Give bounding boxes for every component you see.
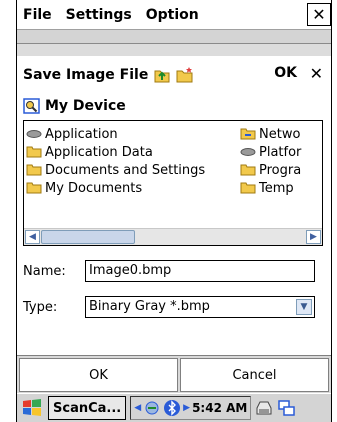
- name-label: Name:: [23, 264, 66, 279]
- chevron-down-icon[interactable]: ▼: [296, 299, 312, 315]
- file-name: My Documents: [45, 180, 143, 196]
- ok-button[interactable]: OK: [19, 358, 178, 392]
- cancel-button[interactable]: Cancel: [180, 358, 329, 392]
- window-switch-icon[interactable]: [278, 399, 296, 417]
- location-label: My Device: [45, 98, 126, 114]
- file-name: Netwo: [259, 126, 301, 142]
- drive-icon: [240, 148, 256, 156]
- file-list[interactable]: Application Application Data Documents a…: [23, 120, 323, 246]
- folder-icon: [26, 146, 42, 158]
- type-label: Type:: [23, 300, 58, 315]
- drive-icon: [26, 130, 42, 138]
- menu-file[interactable]: File: [17, 7, 59, 23]
- tray-arrow-icon[interactable]: ◀: [134, 403, 141, 413]
- window: File Settings Option ✕ Save Image File O…: [16, 0, 332, 422]
- file-name: Application Data: [45, 144, 153, 160]
- folder-icon: [240, 182, 256, 194]
- folder-icon: [26, 182, 42, 194]
- scroll-thumb[interactable]: [41, 230, 135, 244]
- button-bar: OK Cancel: [17, 355, 331, 393]
- location-selector[interactable]: My Device: [23, 96, 126, 116]
- list-item[interactable]: Progra: [240, 161, 301, 179]
- new-folder-icon[interactable]: [176, 66, 194, 84]
- file-type-value: Binary Gray *.bmp: [89, 299, 210, 314]
- menu-option[interactable]: Option: [139, 7, 206, 23]
- folder-search-icon: [23, 98, 40, 114]
- file-name: Temp: [259, 180, 294, 196]
- scroll-right-icon[interactable]: ▶: [306, 230, 321, 244]
- windows-start-icon[interactable]: [20, 396, 44, 420]
- system-tray: ◀ ▶ 5:42 AM: [130, 396, 252, 420]
- network-sync-icon[interactable]: [143, 399, 161, 417]
- list-item[interactable]: Application: [26, 125, 205, 143]
- file-column-2: Netwo Platfor Progra Temp: [240, 125, 301, 197]
- menu-bar: File Settings Option ✕: [17, 0, 331, 29]
- toolbar-strip: [17, 29, 331, 56]
- list-item[interactable]: Platfor: [240, 143, 301, 161]
- task-button-scancapture[interactable]: ScanCa...: [48, 396, 127, 420]
- dialog-title-bar: Save Image File OK ✕: [17, 58, 331, 92]
- dialog-ok-button[interactable]: OK: [274, 65, 297, 81]
- horizontal-scrollbar[interactable]: ◀ ▶: [24, 228, 322, 245]
- file-type-select[interactable]: Binary Gray *.bmp ▼: [85, 296, 315, 318]
- dialog-close-button[interactable]: ✕: [310, 64, 323, 83]
- tray-arrow-icon[interactable]: ▶: [183, 403, 190, 413]
- list-item[interactable]: Netwo: [240, 125, 301, 143]
- file-name: Documents and Settings: [45, 162, 206, 178]
- menu-settings[interactable]: Settings: [59, 7, 139, 23]
- file-column-1: Application Application Data Documents a…: [26, 125, 205, 197]
- scroll-left-icon[interactable]: ◀: [25, 230, 40, 244]
- clock[interactable]: 5:42 AM: [192, 401, 247, 415]
- folder-icon: [240, 164, 256, 176]
- file-name: Progra: [259, 162, 302, 178]
- folder-icon: [26, 164, 42, 176]
- file-name-input[interactable]: Image0.bmp: [85, 260, 315, 282]
- list-item[interactable]: Documents and Settings: [26, 161, 205, 179]
- network-folder-icon: [240, 128, 256, 140]
- file-name: Platfor: [259, 144, 302, 160]
- app-close-button[interactable]: ✕: [307, 3, 331, 26]
- file-name: Application: [45, 126, 118, 142]
- keyboard-icon[interactable]: [255, 399, 273, 417]
- up-folder-icon[interactable]: [153, 66, 171, 84]
- taskbar: ScanCa... ◀ ▶ 5:42 AM: [17, 393, 331, 422]
- list-item[interactable]: Application Data: [26, 143, 205, 161]
- dialog-title: Save Image File: [23, 67, 149, 83]
- bluetooth-icon[interactable]: [163, 399, 181, 417]
- list-item[interactable]: My Documents: [26, 179, 205, 197]
- list-item[interactable]: Temp: [240, 179, 301, 197]
